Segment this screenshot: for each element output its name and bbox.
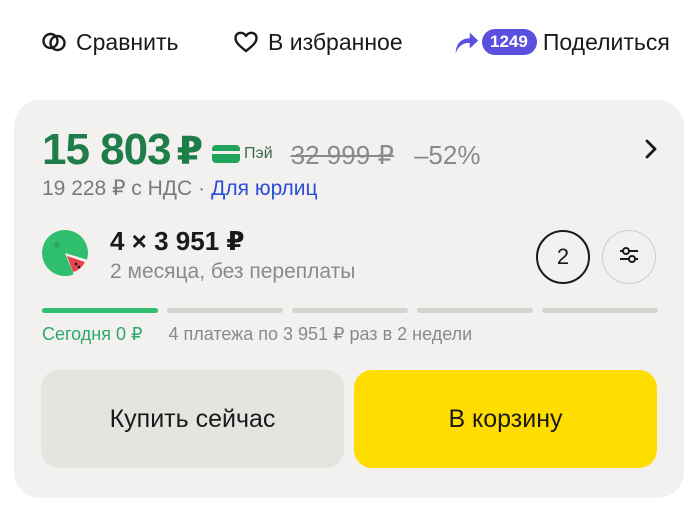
- price-row: 15 803 ₽ Пэй 32 999 ₽ –52%: [42, 122, 480, 178]
- sliders-icon: [617, 243, 641, 272]
- compare-icon: [40, 28, 68, 56]
- compare-label: Сравнить: [76, 28, 179, 55]
- heart-icon: [232, 28, 260, 56]
- favorite-button[interactable]: В избранное: [232, 24, 403, 60]
- split-settings-button[interactable]: [602, 230, 656, 284]
- current-price: 15 803 ₽: [42, 125, 203, 174]
- product-actions-bar: Сравнить В избранное 1249 Поделиться: [0, 0, 698, 84]
- vat-row: 19 228 ₽ с НДС · Для юрлиц: [42, 176, 318, 201]
- chevron-right-icon[interactable]: [640, 136, 662, 162]
- favorite-label: В избранное: [268, 28, 403, 55]
- separator-dot: ·: [198, 176, 206, 200]
- split-amount: 4 × 3 951 ₽: [110, 226, 245, 256]
- share-button[interactable]: 1249 Поделиться: [452, 24, 670, 60]
- split-subtitle: 2 месяца, без переплаты: [110, 260, 356, 283]
- split-logo-icon: [40, 228, 90, 278]
- share-count-badge: 1249: [482, 29, 537, 55]
- business-link[interactable]: Для юрлиц: [211, 177, 317, 201]
- progress-segment: [292, 308, 408, 313]
- pay-badge: Пэй: [212, 145, 273, 163]
- split-count-button[interactable]: 2: [536, 230, 590, 284]
- buy-now-button[interactable]: Купить сейчас: [41, 370, 344, 468]
- card-icon: [212, 145, 241, 163]
- progress-segment: [42, 308, 158, 313]
- progress-segment: [542, 308, 658, 313]
- old-price: 32 999 ₽: [290, 139, 394, 170]
- share-label: Поделиться: [542, 28, 670, 55]
- price-card: 15 803 ₽ Пэй 32 999 ₽ –52% 19 228 ₽ с НДС…: [14, 100, 684, 498]
- compare-button[interactable]: Сравнить: [40, 24, 178, 60]
- progress-segment: [167, 308, 283, 313]
- progress-segment: [417, 308, 533, 313]
- discount-badge: –52%: [413, 139, 481, 170]
- payment-info: Сегодня 0 ₽ 4 платежа по 3 951 ₽ раз в 2…: [42, 324, 472, 345]
- vat-price: 19 228 ₽ с НДС: [42, 177, 193, 200]
- payment-progress: [42, 308, 658, 313]
- share-arrow-icon: [452, 28, 480, 56]
- payment-schedule: 4 платежа по 3 951 ₽ раз в 2 недели: [168, 324, 473, 344]
- today-amount: Сегодня 0 ₽: [42, 324, 143, 344]
- add-to-cart-button[interactable]: В корзину: [354, 370, 657, 468]
